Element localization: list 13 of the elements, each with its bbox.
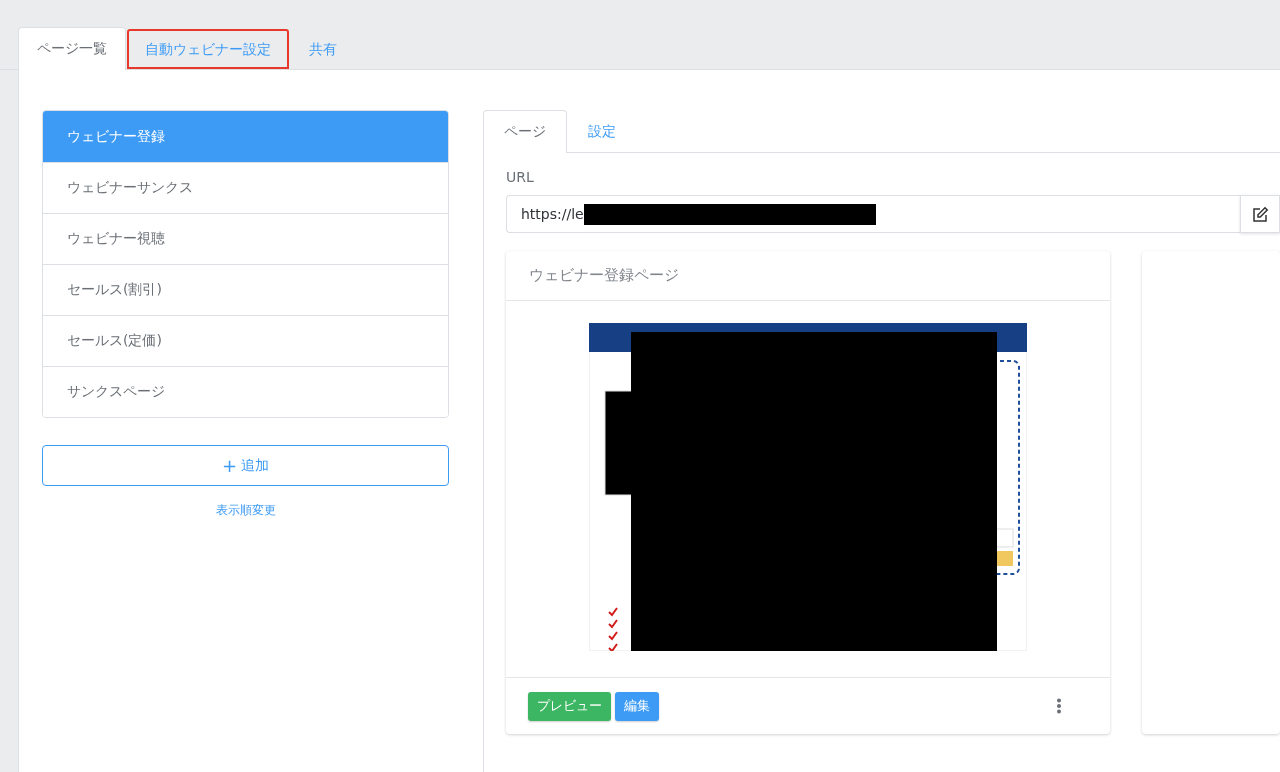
page-list-item[interactable]: ウェビナー登録 — [43, 111, 448, 162]
card-title: ウェビナー登録ページ — [529, 266, 679, 285]
url-field[interactable]: https://le — [506, 195, 1240, 233]
reorder-link[interactable]: 表示順変更 — [215, 502, 276, 519]
card-button[interactable]: 編集 — [615, 691, 659, 721]
tab[interactable]: 設定 — [567, 110, 637, 153]
url-label: URL — [506, 169, 535, 187]
add-button[interactable]: + 追加 — [42, 445, 449, 486]
tab[interactable]: ページ一覧 — [18, 27, 126, 70]
tab[interactable]: ページ — [483, 110, 567, 153]
more-menu-icon[interactable] — [1056, 698, 1062, 714]
edit-icon[interactable] — [1240, 195, 1280, 233]
page-list-item[interactable]: サンクスページ — [43, 366, 448, 417]
